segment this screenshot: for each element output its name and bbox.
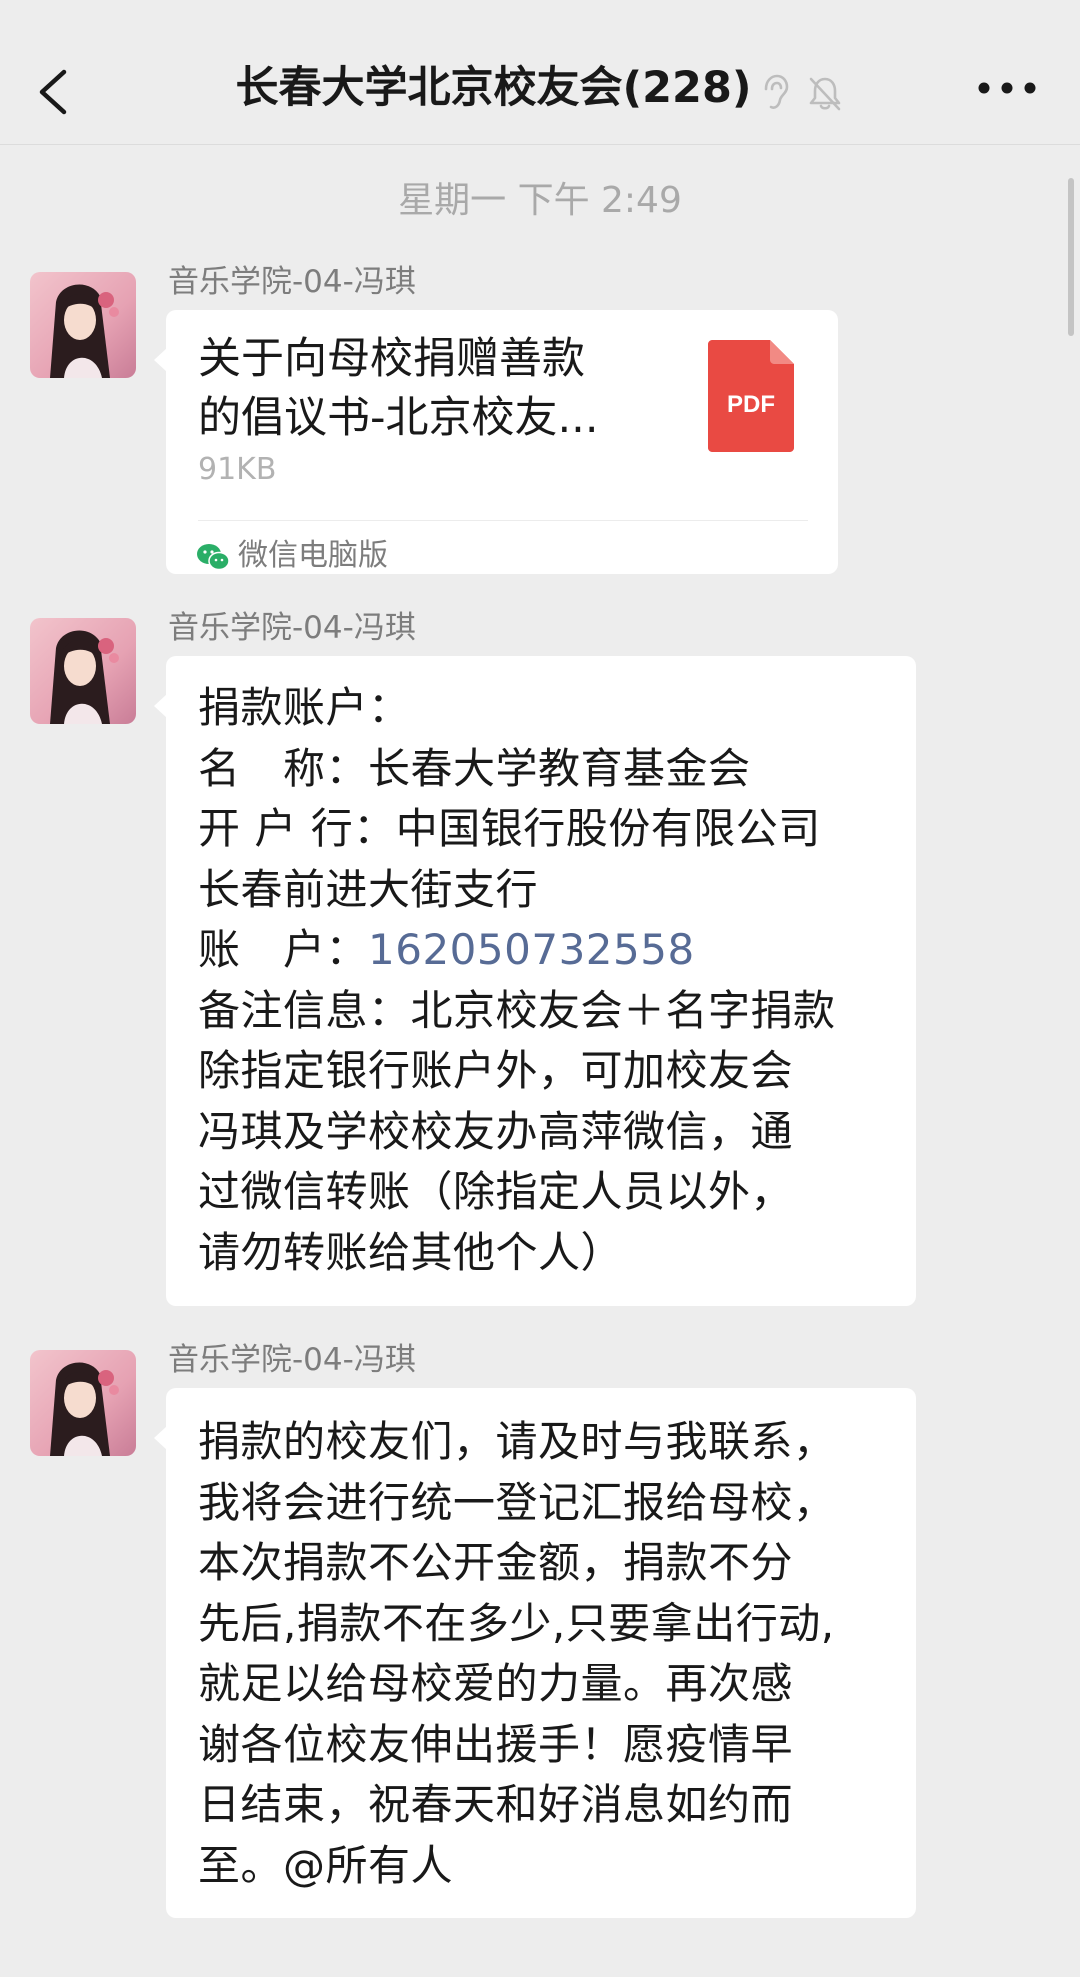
message-line: 开 户 行：中国银行股份有限公司 (198, 804, 821, 853)
message-line: 名 称：长春大学教育基金会 (198, 743, 751, 793)
ear-icon (764, 74, 788, 109)
avatar-image (30, 1350, 136, 1456)
message-line: 冯琪及学校校友办高萍微信，通 (198, 1106, 794, 1156)
back-chevron-icon (39, 69, 67, 115)
account-label: 账 户： (198, 925, 369, 974)
back-button[interactable] (30, 52, 86, 122)
message-line: 请勿转账给其他个人） (198, 1227, 624, 1277)
message-line: 备注信息：北京校友会＋名字捐款 (198, 985, 836, 1035)
sender-name: 音乐学院-04-冯琪 (168, 610, 416, 646)
bubble-tail (154, 348, 167, 372)
avatar[interactable] (30, 1350, 136, 1456)
message-line: 日结束，祝春天和好消息如约而 (198, 1780, 794, 1829)
sender-name: 音乐学院-04-冯琪 (168, 1342, 416, 1378)
file-name-line: 关于向母校捐赠善款 (198, 334, 585, 384)
message-line: 过微信转账（除指定人员以外， (198, 1167, 794, 1216)
message-line: 捐款账户： (198, 683, 411, 732)
message-line: 本次捐款不公开金额，捐款不分 (198, 1538, 794, 1587)
wechat-icon (197, 543, 230, 570)
avatar-image (30, 618, 136, 724)
pdf-file-icon: PDF (708, 340, 794, 452)
mute-bell-icon (809, 77, 840, 111)
file-bubble[interactable]: 关于向母校捐赠善款 的倡议书-北京校友... 91KB PDF 微信电脑版 (154, 310, 838, 574)
avatar-image (30, 272, 136, 378)
group-name: 长春大学北京校友会 (235, 63, 623, 113)
avatar[interactable] (30, 272, 136, 378)
file-size: 91KB (198, 452, 277, 487)
message-line: 捐款的校友们，请及时与我联系， (198, 1417, 836, 1466)
file-source: 微信电脑版 (196, 534, 388, 578)
message-line: 就足以给母校爱的力量。再次感 (198, 1659, 794, 1708)
more-icon (978, 82, 1036, 94)
message-timestamp: 星期一 下午 2:49 (398, 180, 682, 221)
bubble-tail (154, 694, 167, 718)
divider (198, 520, 808, 521)
text-bubble[interactable]: 捐款的校友们，请及时与我联系， 我将会进行统一登记汇报给母校， 本次捐款不公开金… (154, 1388, 916, 1918)
more-options-button[interactable] (972, 68, 1042, 108)
chat-title: 长春大学北京校友会(228) (150, 58, 930, 121)
file-name: 关于向母校捐赠善款 的倡议书-北京校友... (198, 330, 658, 448)
message-line: 长春前进大街支行 (198, 864, 539, 914)
chat-header: 长春大学北京校友会(228) (0, 0, 1080, 145)
account-number-link[interactable]: 162050732558 (368, 925, 695, 974)
member-count: (228) (622, 63, 752, 113)
avatar[interactable] (30, 618, 136, 724)
message-line: 我将会进行统一登记汇报给母校， (198, 1477, 836, 1527)
bubble-tail (154, 1426, 167, 1450)
file-name-line: 的倡议书-北京校友... (198, 393, 599, 443)
sender-name: 音乐学院-04-冯琪 (168, 264, 416, 300)
source-label: 微信电脑版 (238, 538, 388, 573)
pdf-badge-label: PDF (727, 391, 775, 418)
message-line: 先后,捐款不在多少,只要拿出行动, (198, 1598, 835, 1648)
text-bubble[interactable]: 捐款账户： 名 称：长春大学教育基金会 开 户 行：中国银行股份有限公司 长春前… (154, 656, 916, 1306)
message-line: 至。@所有人 (198, 1840, 454, 1890)
message-line: 除指定银行账户外，可加校友会 (198, 1046, 794, 1095)
message-line: 谢各位校友伸出援手！愿疫情早 (198, 1719, 794, 1769)
message-line: 账 户：162050732558 (198, 920, 884, 981)
